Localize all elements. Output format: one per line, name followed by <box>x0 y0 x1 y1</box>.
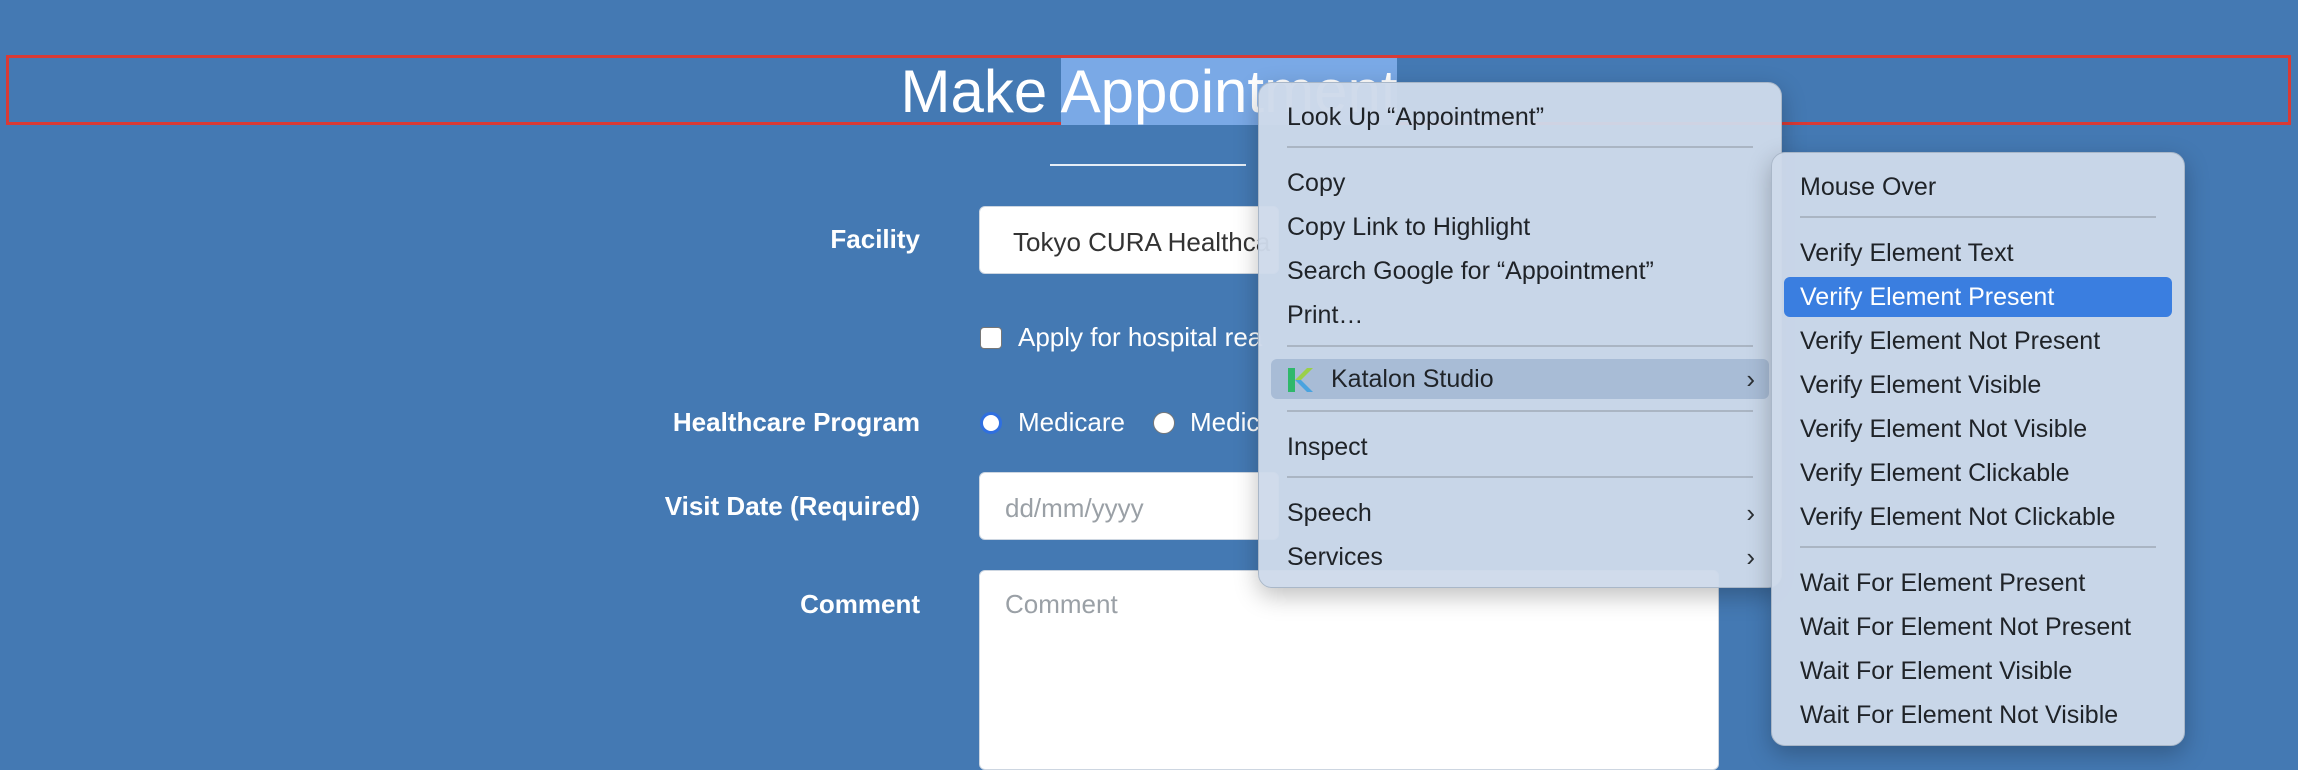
menu-item-search-google[interactable]: Search Google for “Appointment” <box>1271 251 1769 291</box>
menu-separator <box>1800 216 2156 218</box>
menu-item-services[interactable]: Services › <box>1271 537 1769 577</box>
menu-item-inspect[interactable]: Inspect <box>1271 427 1769 467</box>
submenu-item-verify-element-not-present[interactable]: Verify Element Not Present <box>1784 321 2172 361</box>
menu-item-copy[interactable]: Copy <box>1271 163 1769 203</box>
submenu-item-verify-element-text[interactable]: Verify Element Text <box>1784 233 2172 273</box>
katalon-submenu: Mouse Over Verify Element Text Verify El… <box>1771 152 2185 746</box>
submenu-item-verify-element-not-clickable[interactable]: Verify Element Not Clickable <box>1784 497 2172 537</box>
visit-date-placeholder: dd/mm/yyyy <box>1005 493 1144 523</box>
title-divider <box>1050 164 1246 166</box>
menu-separator <box>1800 546 2156 548</box>
menu-item-speech[interactable]: Speech › <box>1271 493 1769 533</box>
menu-item-look-up[interactable]: Look Up “Appointment” <box>1271 97 1769 137</box>
chevron-right-icon: › <box>1746 498 1755 528</box>
menu-separator <box>1287 476 1753 478</box>
menu-item-print[interactable]: Print… <box>1271 295 1769 335</box>
menu-separator <box>1287 345 1753 347</box>
menu-item-katalon-studio[interactable]: Katalon Studio › <box>1271 359 1769 399</box>
katalon-logo-icon <box>1288 368 1313 392</box>
submenu-item-verify-element-clickable[interactable]: Verify Element Clickable <box>1784 453 2172 493</box>
visit-date-input[interactable]: dd/mm/yyyy <box>979 472 1279 540</box>
context-menu: Look Up “Appointment” Copy Copy Link to … <box>1258 82 1782 588</box>
program-label: Healthcare Program <box>672 407 920 437</box>
submenu-item-mouse-over[interactable]: Mouse Over <box>1784 167 2172 207</box>
title-text: Make <box>900 58 1061 125</box>
submenu-item-wait-for-element-present[interactable]: Wait For Element Present <box>1784 563 2172 603</box>
readmission-checkbox[interactable] <box>980 327 1002 349</box>
chevron-right-icon: › <box>1746 364 1755 394</box>
comment-label: Comment <box>800 589 920 619</box>
medicare-label: Medicare <box>1018 407 1125 437</box>
comment-textarea[interactable]: Comment <box>979 570 1719 770</box>
medicare-radio[interactable] <box>980 412 1002 434</box>
menu-separator <box>1287 410 1753 412</box>
page-title: Make Appointment <box>0 54 2298 130</box>
menu-separator <box>1287 146 1753 148</box>
submenu-item-verify-element-not-visible[interactable]: Verify Element Not Visible <box>1784 409 2172 449</box>
medicaid-radio[interactable] <box>1153 412 1175 434</box>
comment-placeholder: Comment <box>1005 589 1118 619</box>
submenu-item-wait-for-element-not-visible[interactable]: Wait For Element Not Visible <box>1784 695 2172 735</box>
medicaid-label: Medic <box>1190 407 1260 437</box>
menu-item-copy-link[interactable]: Copy Link to Highlight <box>1271 207 1769 247</box>
submenu-item-wait-for-element-not-present[interactable]: Wait For Element Not Present <box>1784 607 2172 647</box>
visit-date-label: Visit Date (Required) <box>664 491 920 521</box>
facility-label: Facility <box>830 224 920 254</box>
submenu-item-verify-element-visible[interactable]: Verify Element Visible <box>1784 365 2172 405</box>
chevron-right-icon: › <box>1746 542 1755 572</box>
submenu-item-verify-element-present[interactable]: Verify Element Present <box>1784 277 2172 317</box>
readmission-label: Apply for hospital rea <box>1018 322 1263 352</box>
facility-value: Tokyo CURA Healthca <box>1013 227 1271 257</box>
submenu-item-wait-for-element-visible[interactable]: Wait For Element Visible <box>1784 651 2172 691</box>
facility-select[interactable]: Tokyo CURA Healthca <box>979 206 1279 274</box>
